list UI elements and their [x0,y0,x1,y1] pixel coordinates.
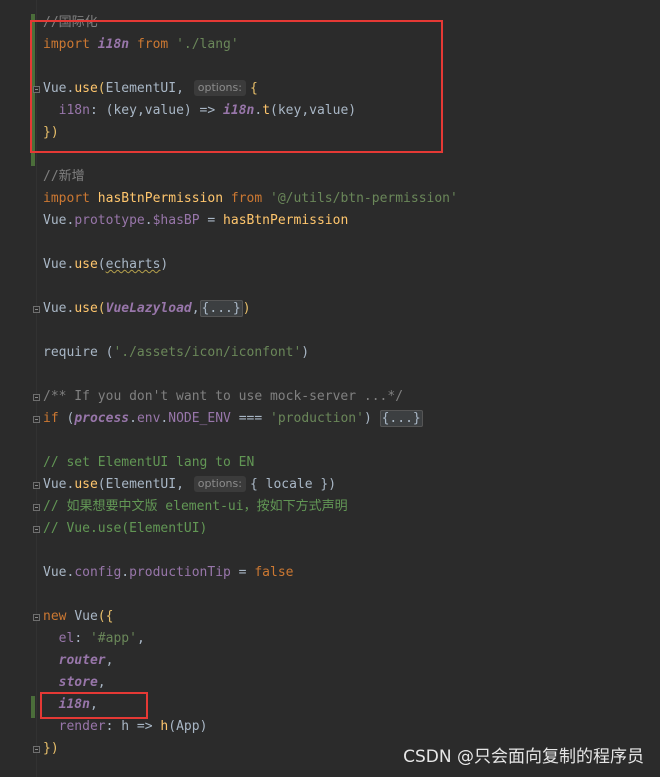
fold-toggle-icon[interactable] [33,504,40,511]
method: h [160,719,169,734]
param: h [121,719,130,734]
identifier: Vue [43,213,67,228]
watermark: CSDN @只会面向复制的程序员 [403,747,644,767]
code-line[interactable]: Vue.use(echarts) [43,254,168,276]
identifier: Vue [43,301,67,316]
property: config [74,565,122,580]
fold-toggle-icon[interactable] [33,526,40,533]
string: '#app' [89,631,137,646]
code-line[interactable]: Vue.prototype.$hasBP = hasBtnPermission [43,210,348,232]
comment: //新增 [43,169,85,184]
fold-toggle-icon[interactable] [33,482,40,489]
property: env [136,411,161,426]
identifier: Vue [43,257,67,272]
fold-toggle-icon[interactable] [33,614,40,621]
identifier: hasBtnPermission [223,213,349,228]
property: $hasBP [152,213,200,228]
vcs-change-marker[interactable] [31,696,35,718]
code-line[interactable]: if (process.env.NODE_ENV === 'production… [43,408,423,430]
string: 'production' [270,411,364,426]
comment: // set ElementUI lang to EN [43,455,255,470]
identifier: require [43,345,98,360]
method: use [74,257,98,272]
comment: // 如果想要中文版 element-ui，按如下方式声明 [43,499,348,514]
code-editor[interactable]: //国际化 import i18n from './lang' Vue.use(… [0,0,660,777]
code-line[interactable]: //新增 [43,166,85,188]
fold-toggle-icon[interactable] [33,394,40,401]
identifier: store [58,675,98,690]
code-line[interactable]: Vue.config.productionTip = false [43,562,293,584]
identifier: Vue [74,609,98,624]
collapsed-block[interactable]: {...} [379,410,423,427]
fold-toggle-icon[interactable] [33,306,40,313]
code-line[interactable]: // 如果想要中文版 element-ui，按如下方式声明 [43,496,348,518]
string: './assets/icon/iconfont' [113,345,302,360]
parameter-hint: options: [193,476,246,492]
code-line[interactable]: render: h => h(App) [43,716,208,738]
method: use [74,477,98,492]
collapsed-block[interactable]: {...} [199,300,243,317]
property: productionTip [129,565,231,580]
identifier: process [74,411,130,426]
keyword: new [43,609,67,624]
code-line[interactable]: }) [43,738,59,760]
identifier: hasBtnPermission [97,191,224,206]
code-line[interactable]: new Vue({ [43,606,113,628]
property: render [58,719,106,734]
keyword: false [254,565,294,580]
keyword: if [43,411,59,426]
comment: /** If you don't want to use mock-server… [43,389,404,404]
fold-toggle-icon[interactable] [33,746,40,753]
method: use [74,301,98,316]
identifier: locale [265,477,313,492]
comment: // Vue.use(ElementUI) [43,521,208,536]
property: el [58,631,75,646]
identifier: Vue [43,477,67,492]
identifier: Vue [43,565,67,580]
code-line[interactable]: require ('./assets/icon/iconfont') [43,342,309,364]
highlight-box [30,20,443,153]
code-line[interactable]: import hasBtnPermission from '@/utils/bt… [43,188,458,210]
identifier: echarts [105,257,161,272]
code-line[interactable]: el: '#app', [43,628,145,650]
highlight-box [40,692,148,719]
identifier: VueLazyload [105,301,192,316]
string: '@/utils/btn-permission' [270,191,458,206]
keyword: from [230,191,263,206]
identifier: ElementUI [105,477,177,492]
identifier: App [176,719,200,734]
keyword: import [43,191,90,206]
code-line[interactable]: Vue.use(ElementUI, options:{ locale }) [43,474,336,496]
code-line[interactable]: router, [43,650,114,672]
property: NODE_ENV [168,411,231,426]
code-line[interactable]: // Vue.use(ElementUI) [43,518,207,540]
identifier: router [58,653,106,668]
code-line[interactable]: Vue.use(VueLazyload, {...}) [43,298,251,320]
code-line[interactable]: store, [43,672,106,694]
code-line[interactable]: /** If you don't want to use mock-server… [43,386,403,408]
fold-toggle-icon[interactable] [33,416,40,423]
property: prototype [74,213,145,228]
code-line[interactable]: // set ElementUI lang to EN [43,452,254,474]
